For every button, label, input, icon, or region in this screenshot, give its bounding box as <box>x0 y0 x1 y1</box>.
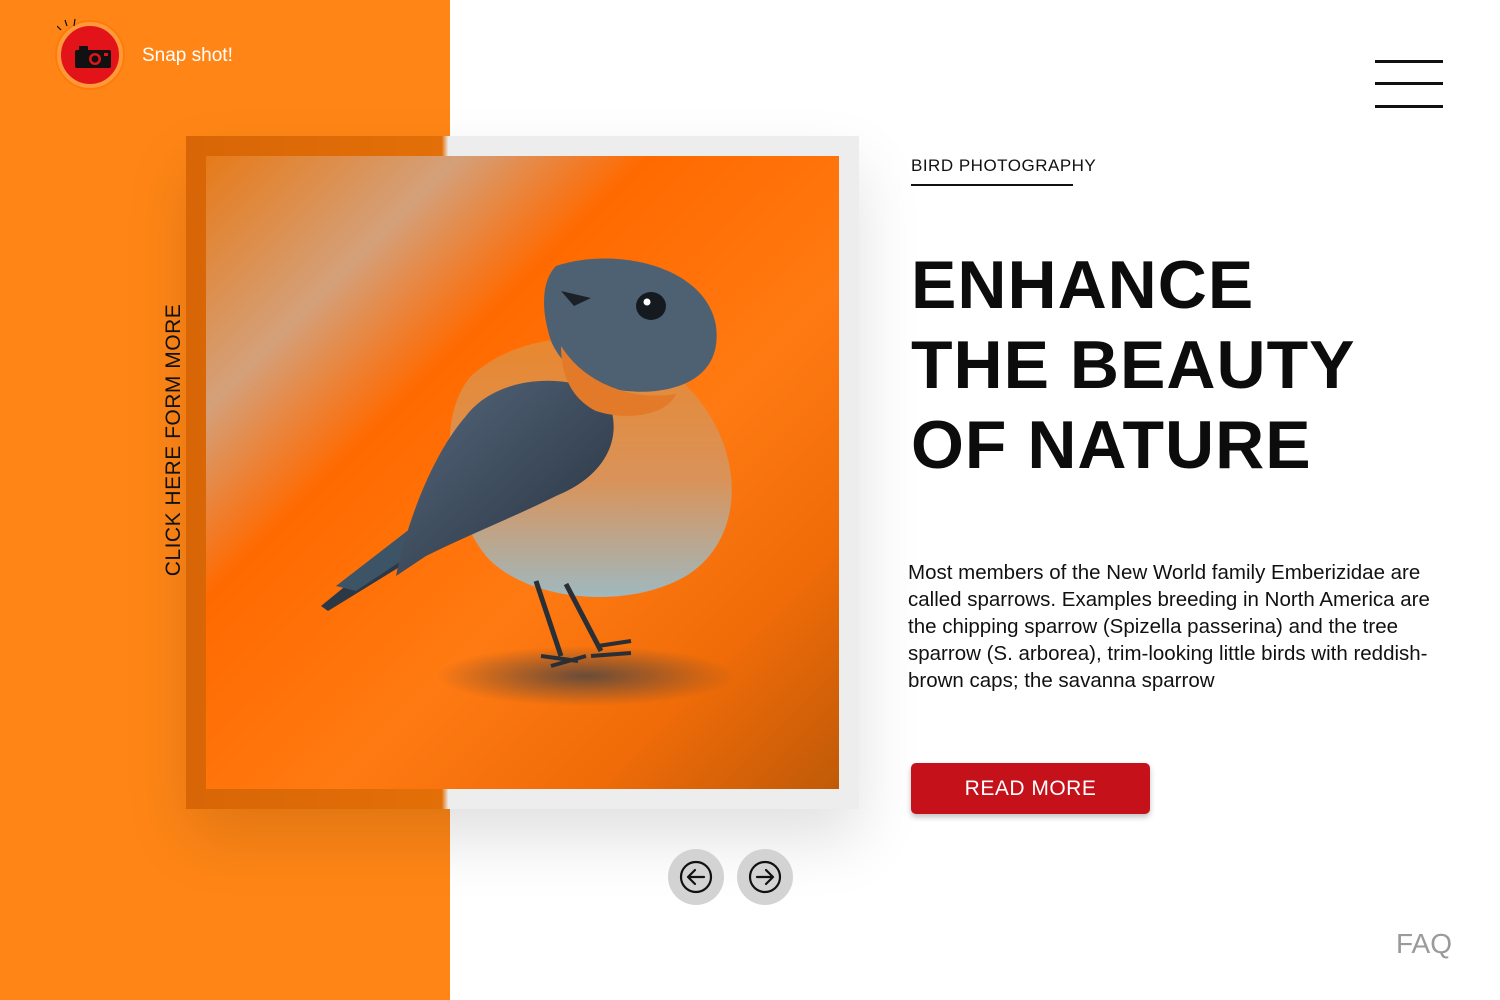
next-slide-button[interactable] <box>737 849 793 905</box>
hamburger-menu-icon[interactable] <box>1375 60 1443 108</box>
headline-line: ENHANCE <box>911 247 1255 323</box>
headline-line: THE BEAUTY <box>911 327 1356 403</box>
read-more-button[interactable]: READ MORE <box>911 763 1150 814</box>
brand-logo[interactable] <box>57 18 123 88</box>
eyebrow-underline <box>911 184 1073 186</box>
arrow-right-icon <box>748 860 782 894</box>
previous-slide-button[interactable] <box>668 849 724 905</box>
arrow-left-icon <box>679 860 713 894</box>
brand-name[interactable]: Snap shot! <box>142 45 233 67</box>
bluebird-illustration <box>321 258 736 706</box>
hero-description: Most members of the New World family Emb… <box>908 561 1430 692</box>
flash-rays-icon <box>57 18 76 31</box>
menu-bar <box>1375 60 1443 63</box>
click-here-vertical-link[interactable]: CLICK HERE FORM MORE <box>162 304 186 577</box>
bird-photo <box>206 156 839 789</box>
hero-headline: ENHANCE THE BEAUTY OF NATURE <box>911 245 1431 485</box>
faq-link[interactable]: FAQ <box>1396 928 1452 960</box>
section-eyebrow: BIRD PHOTOGRAPHY <box>911 156 1097 175</box>
menu-bar <box>1375 82 1443 85</box>
menu-bar <box>1375 105 1443 108</box>
camera-icon <box>75 46 111 68</box>
headline-line: OF NATURE <box>911 407 1312 483</box>
